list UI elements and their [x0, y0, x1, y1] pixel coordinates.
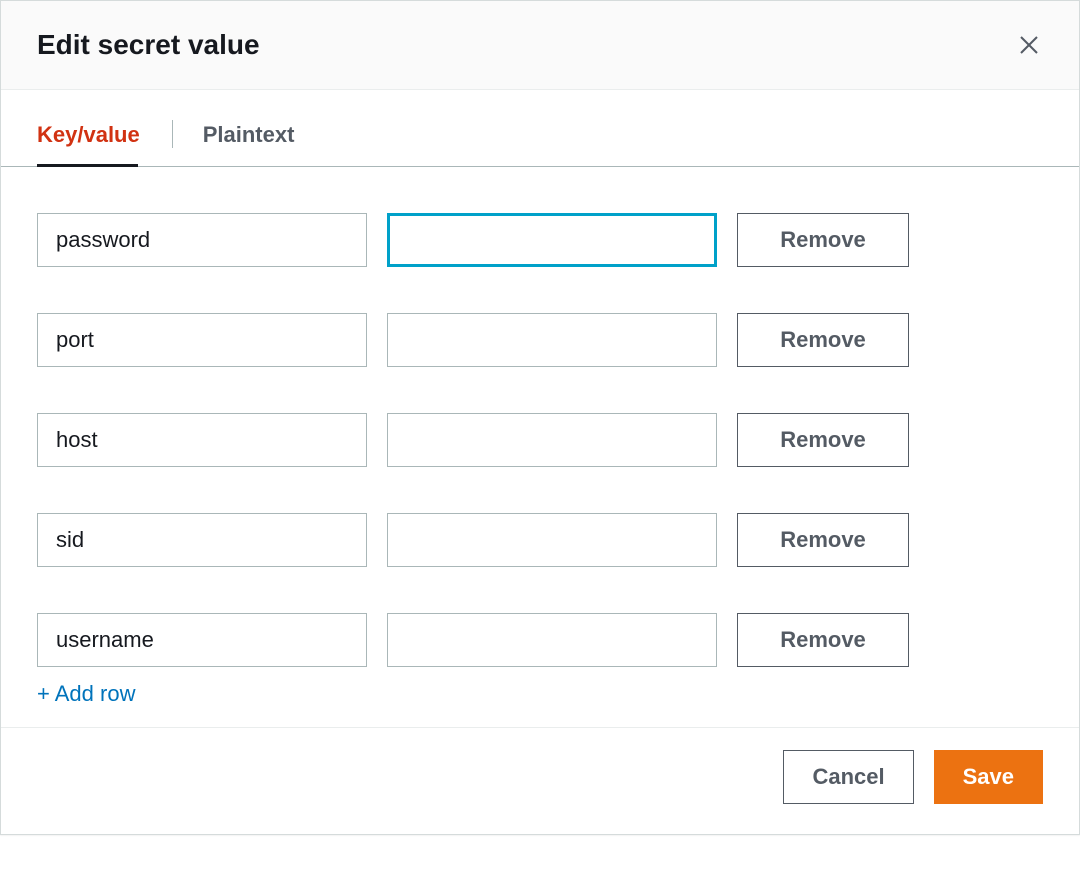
remove-button[interactable]: Remove: [737, 413, 909, 467]
kv-row: Remove: [37, 513, 1043, 567]
key-input[interactable]: [37, 413, 367, 467]
value-input[interactable]: [387, 313, 717, 367]
kv-row: Remove: [37, 313, 1043, 367]
remove-button[interactable]: Remove: [737, 513, 909, 567]
value-input[interactable]: [387, 413, 717, 467]
add-row-link[interactable]: + Add row: [37, 681, 135, 707]
modal-footer: Cancel Save: [1, 727, 1079, 834]
key-input[interactable]: [37, 513, 367, 567]
remove-button[interactable]: Remove: [737, 213, 909, 267]
key-input[interactable]: [37, 313, 367, 367]
key-input[interactable]: [37, 613, 367, 667]
kv-row: Remove: [37, 413, 1043, 467]
kv-row: Remove: [37, 213, 1043, 267]
key-input[interactable]: [37, 213, 367, 267]
tab-plaintext[interactable]: Plaintext: [203, 108, 327, 166]
close-button[interactable]: [1015, 31, 1043, 59]
value-input[interactable]: [387, 513, 717, 567]
tab-divider: [172, 120, 173, 148]
modal-header: Edit secret value: [1, 1, 1079, 90]
cancel-button[interactable]: Cancel: [783, 750, 913, 804]
modal-title: Edit secret value: [37, 29, 260, 61]
key-value-rows: Remove Remove Remove Remove Remove + Add…: [1, 167, 1079, 727]
value-input[interactable]: [387, 213, 717, 267]
remove-button[interactable]: Remove: [737, 313, 909, 367]
value-input[interactable]: [387, 613, 717, 667]
kv-row: Remove: [37, 613, 1043, 667]
edit-secret-modal: Edit secret value Key/value Plaintext Re…: [0, 0, 1080, 835]
close-icon: [1017, 33, 1041, 57]
tab-key-value[interactable]: Key/value: [37, 108, 172, 166]
remove-button[interactable]: Remove: [737, 613, 909, 667]
tabs: Key/value Plaintext: [1, 108, 1079, 167]
save-button[interactable]: Save: [934, 750, 1043, 804]
